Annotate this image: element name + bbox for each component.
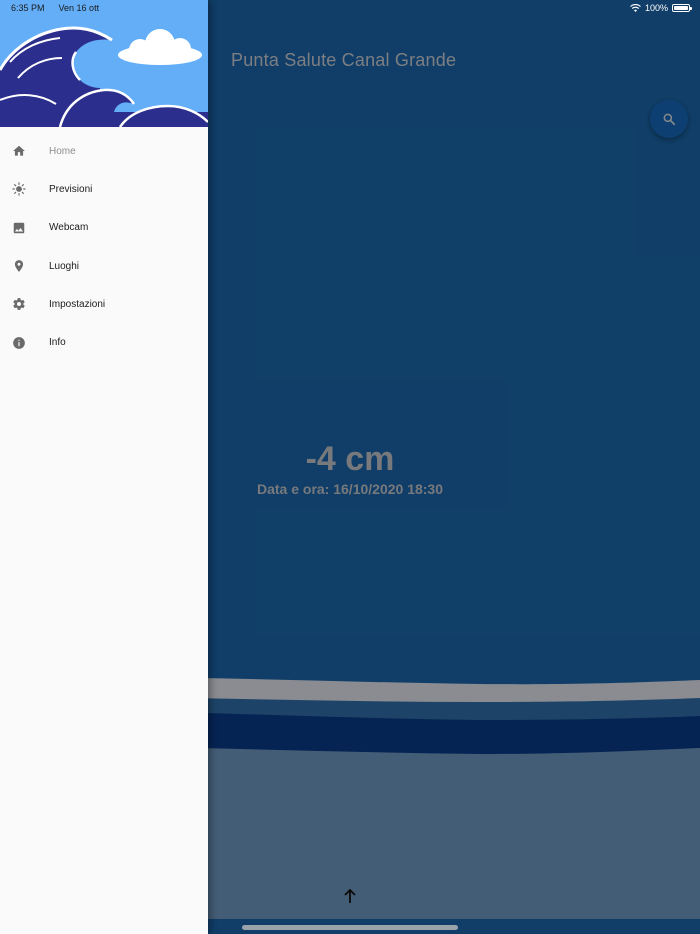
menu-item-label: Webcam: [49, 222, 89, 234]
home-indicator[interactable]: [242, 925, 458, 930]
menu-item-label: Home: [49, 145, 76, 157]
menu-item-info[interactable]: Info: [0, 323, 208, 361]
menu-item-webcam[interactable]: Webcam: [0, 209, 208, 247]
info-icon: [12, 336, 26, 350]
location-pin-icon: [12, 259, 26, 273]
battery-icon: [672, 4, 692, 12]
menu-item-label: Previsioni: [49, 183, 93, 195]
status-date: Ven 16 ott: [58, 3, 100, 13]
home-icon: [12, 144, 26, 158]
gear-icon: [12, 297, 26, 311]
battery-percentage: 100%: [644, 3, 668, 13]
menu-item-impostazioni[interactable]: Impostazioni: [0, 285, 208, 323]
status-bar-right: 100%: [630, 3, 692, 13]
status-time: 6:35 PM: [11, 3, 45, 13]
menu-item-luoghi[interactable]: Luoghi: [0, 247, 208, 285]
menu-item-label: Luoghi: [49, 260, 80, 272]
drawer-header: [0, 0, 208, 127]
menu-item-label: Info: [49, 337, 66, 349]
image-icon: [12, 221, 26, 235]
navigation-drawer: 6:35 PM Ven 16 ott Home Previsioni Webca…: [0, 0, 208, 934]
wave-logo-illustration: [0, 0, 208, 127]
menu-item-label: Impostazioni: [49, 298, 106, 310]
sun-icon: [12, 182, 26, 197]
menu-item-previsioni[interactable]: Previsioni: [0, 170, 208, 208]
status-bar-left: 6:35 PM Ven 16 ott: [11, 3, 99, 13]
drawer-menu: Home Previsioni Webcam Luoghi Impostazio…: [0, 132, 208, 362]
menu-item-home[interactable]: Home: [0, 132, 208, 170]
wifi-icon: [630, 3, 641, 12]
